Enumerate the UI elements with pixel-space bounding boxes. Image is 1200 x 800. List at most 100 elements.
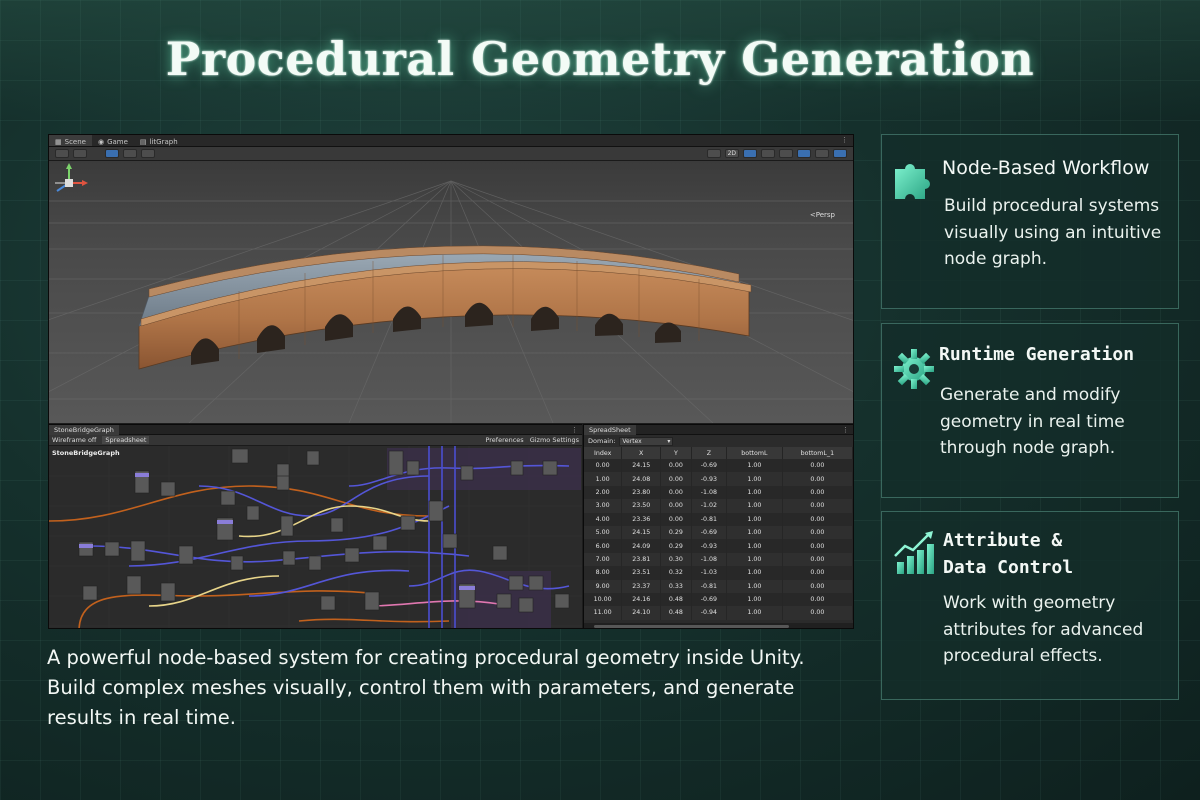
table-cell: 24.10: [621, 606, 662, 620]
table-cell: 1.00: [726, 539, 783, 553]
gear-icon: [894, 349, 934, 389]
table-cell: 1.00: [726, 512, 783, 526]
table-cell: -0.81: [691, 579, 728, 593]
table-cell: 2.00: [584, 485, 623, 500]
column-header[interactable]: bottomL: [726, 447, 783, 459]
wireframe-toggle[interactable]: Wireframe off: [52, 436, 96, 444]
table-cell: 9.00: [584, 579, 623, 593]
table-cell: 5.00: [584, 525, 623, 540]
preferences-button[interactable]: Preferences: [485, 436, 523, 444]
graph-panel-tabbar: StoneBridgeGraph ⋮: [49, 425, 582, 435]
card-body: Build procedural systems visually using …: [944, 196, 1162, 269]
card-title-line2: Data Control: [943, 557, 1074, 578]
column-header[interactable]: Z: [691, 447, 728, 459]
horizontal-scrollbar[interactable]: [584, 623, 853, 628]
table-row[interactable]: 8.00 23.51 0.32 -1.03 1.00 0.00: [584, 566, 853, 580]
snap-settings-button[interactable]: [123, 149, 137, 158]
table-cell: 0.00: [782, 459, 853, 473]
gizmo-settings-button[interactable]: Gizmo Settings: [530, 436, 579, 444]
table-row[interactable]: 9.00 23.37 0.33 -0.81 1.00 0.00: [584, 579, 853, 593]
lighting-toggle-button[interactable]: [743, 149, 757, 158]
table-row[interactable]: 5.00 24.15 0.29 -0.69 1.00 0.00: [584, 525, 853, 540]
more-options-icon[interactable]: ⋮: [836, 135, 853, 146]
table-row[interactable]: 7.00 23.81 0.30 -1.08 1.00 0.00: [584, 552, 853, 567]
effects-toggle-button[interactable]: [779, 149, 793, 158]
table-cell: 1.00: [726, 525, 783, 540]
table-row[interactable]: 0.00 24.15 0.00 -0.69 1.00 0.00: [584, 459, 853, 473]
tab-litgraph[interactable]: ▤ litGraph: [134, 135, 184, 146]
increment-snap-button[interactable]: [141, 149, 155, 158]
spreadsheet-button[interactable]: Spreadsheet: [102, 436, 150, 444]
perspective-label[interactable]: <Persp: [810, 211, 835, 219]
table-row[interactable]: 6.00 24.09 0.29 -0.93 1.00 0.00: [584, 539, 853, 553]
orientation-gizmo-icon[interactable]: [49, 161, 89, 205]
feature-card-runtime: Runtime Generation Generate and modify g…: [881, 323, 1179, 498]
table-cell: -1.08: [691, 552, 728, 567]
hidden-objects-button[interactable]: [797, 149, 811, 158]
audio-toggle-button[interactable]: [761, 149, 775, 158]
pivot-tool-button[interactable]: [73, 149, 87, 158]
table-row[interactable]: 11.00 24.10 0.48 -0.94 1.00 0.00: [584, 606, 853, 620]
table-row[interactable]: 1.00 24.08 0.00 -0.93 1.00 0.00: [584, 472, 853, 486]
table-row[interactable]: 4.00 23.36 0.00 -0.81 1.00 0.00: [584, 512, 853, 526]
graph-tab-icon: ▤: [139, 137, 147, 146]
transform-tool-button[interactable]: [55, 149, 69, 158]
card-body: Work with geometry attributes for advanc…: [943, 593, 1144, 666]
tab-spreadsheet[interactable]: SpreadSheet: [584, 425, 636, 435]
tab-stonebridgegraph[interactable]: StoneBridgeGraph: [49, 425, 119, 435]
domain-select[interactable]: Vertex ▾: [619, 436, 674, 446]
table-cell: 1.00: [726, 579, 783, 593]
table-cell: 4.00: [584, 512, 623, 526]
stone-bridge: [138, 245, 752, 370]
shading-mode-button[interactable]: [706, 149, 721, 158]
table-cell: 23.36: [621, 512, 662, 526]
scene-grid-and-bridge: [49, 180, 853, 423]
table-cell: 10.00: [584, 592, 623, 607]
tab-scene-label: Scene: [64, 137, 86, 146]
scrollbar-thumb[interactable]: [594, 625, 789, 628]
node-graph-canvas[interactable]: [49, 446, 582, 629]
column-header[interactable]: Y: [660, 447, 692, 459]
table-cell: -0.69: [691, 592, 728, 607]
table-row[interactable]: 2.00 23.80 0.00 -1.08 1.00 0.00: [584, 485, 853, 500]
table-cell: 24.16: [621, 592, 662, 607]
table-cell: 8.00: [584, 566, 623, 580]
column-header[interactable]: bottomL_1: [782, 447, 853, 459]
table-cell: -0.69: [691, 459, 728, 473]
graph-more-icon[interactable]: ⋮: [567, 426, 582, 434]
gizmos-button[interactable]: [833, 149, 847, 158]
graph-panel: StoneBridgeGraph ⋮ Wireframe off Spreads…: [49, 424, 582, 629]
column-header[interactable]: Index: [584, 447, 623, 459]
table-cell: 24.15: [621, 459, 662, 473]
table-cell: 7.00: [584, 552, 623, 567]
table-cell: 24.15: [621, 525, 662, 540]
table-cell: 0.32: [660, 566, 692, 580]
table-row[interactable]: 3.00 23.50 0.00 -1.02 1.00 0.00: [584, 499, 853, 513]
camera-settings-button[interactable]: [815, 149, 829, 158]
tab-scene[interactable]: ▦ Scene: [49, 135, 92, 146]
editor-tabbar: ▦ Scene ◉ Game ▤ litGraph ⋮: [49, 135, 853, 147]
spreadsheet-panel: SpreadSheet ⋮ Domain: Vertex ▾ Index X Y…: [583, 424, 853, 628]
table-cell: 0.33: [660, 579, 692, 593]
scene-viewport[interactable]: <Persp: [49, 161, 853, 423]
table-header-row: Index X Y Z bottomL bottomL_1: [584, 447, 853, 459]
2d-toggle-button[interactable]: 2D: [724, 149, 739, 158]
table-row[interactable]: 10.00 24.16 0.48 -0.69 1.00 0.00: [584, 592, 853, 607]
column-header[interactable]: X: [621, 447, 662, 459]
table-cell: 1.00: [726, 459, 783, 473]
domain-value: Vertex: [622, 437, 642, 445]
table-cell: 1.00: [726, 566, 783, 580]
spreadsheet-more-icon[interactable]: ⋮: [838, 426, 853, 434]
table-cell: 0.29: [660, 539, 692, 553]
table-cell: -0.93: [691, 472, 728, 486]
tab-game[interactable]: ◉ Game: [92, 135, 134, 146]
grid-snap-button[interactable]: [105, 149, 119, 158]
domain-row: Domain: Vertex ▾: [584, 435, 853, 447]
table-cell: 3.00: [584, 499, 623, 513]
table-cell: 24.08: [621, 472, 662, 486]
table-cell: -1.02: [691, 499, 728, 513]
table-cell: 0.29: [660, 525, 692, 540]
table-cell: 1.00: [726, 552, 783, 567]
page-title: Procedural Geometry Generation: [165, 32, 1035, 86]
table-cell: 0.00: [782, 579, 853, 593]
